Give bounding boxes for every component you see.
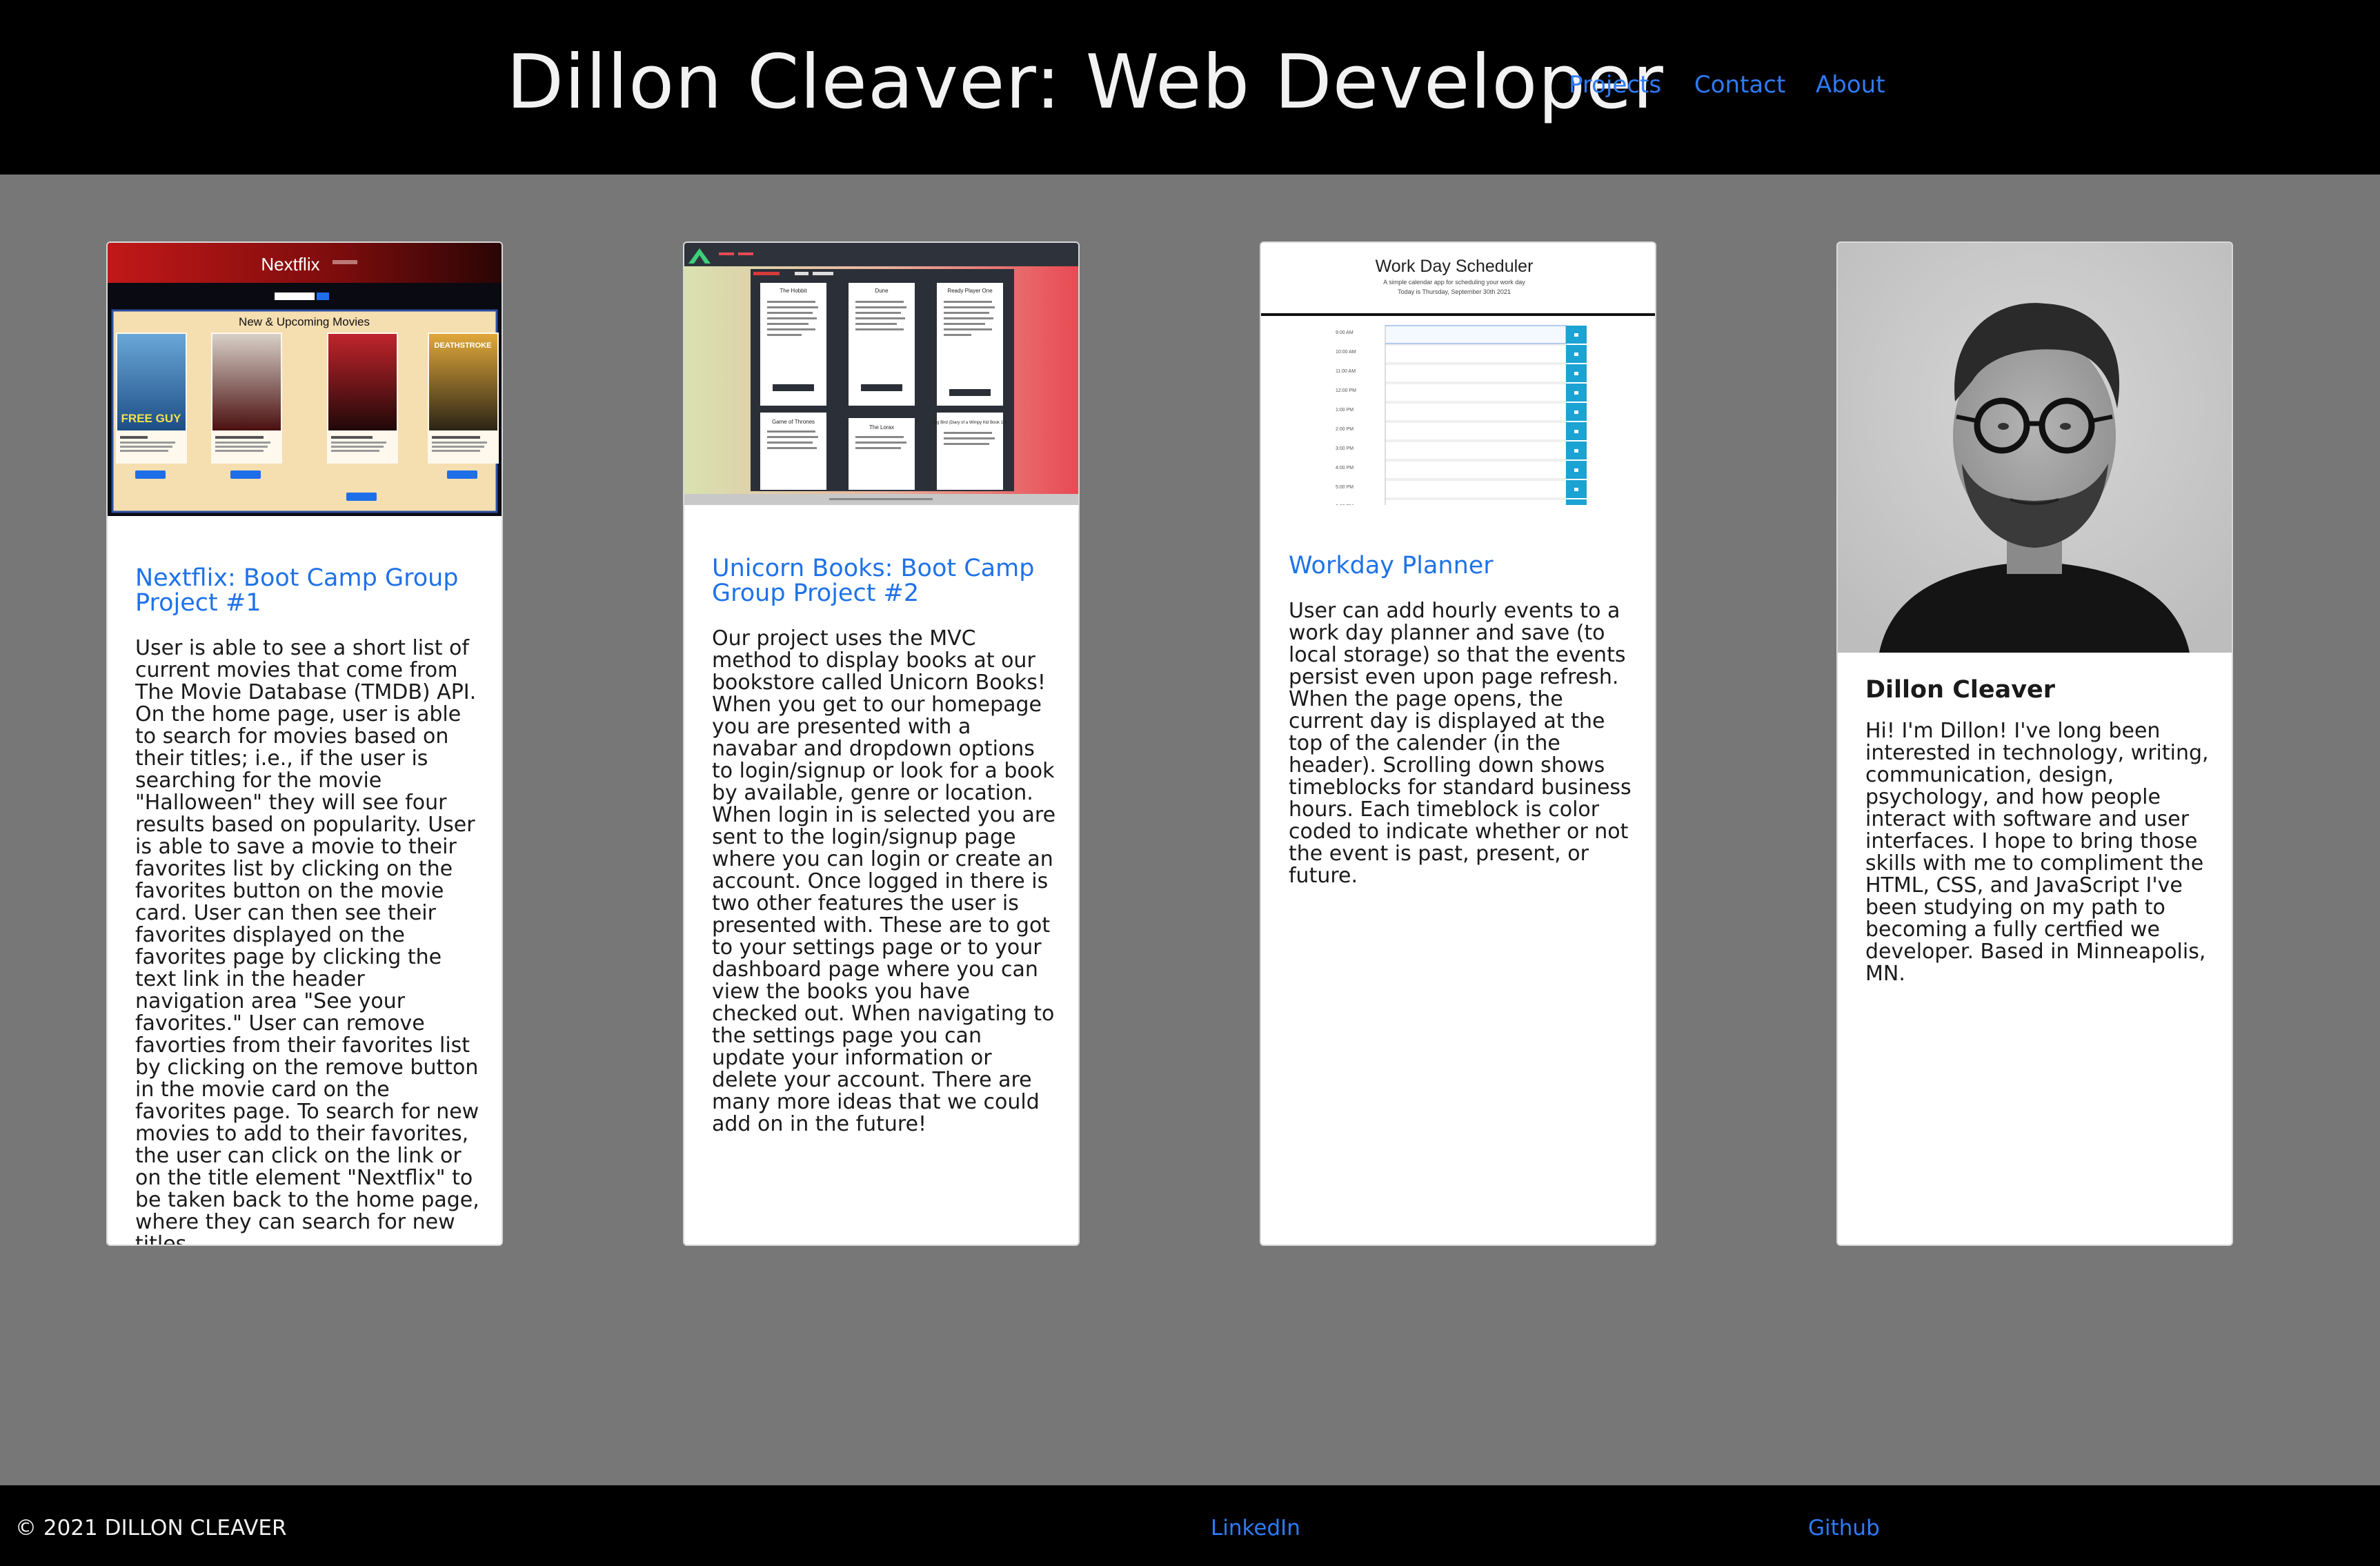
timeblock-input bbox=[1385, 422, 1567, 441]
book-title: Big Bird (Diary of a Wimpy Kid Book 16) bbox=[933, 421, 1006, 425]
copyright-text: © 2021 DILLON CLEAVER bbox=[15, 1516, 287, 1540]
workday-planner-screenshot[interactable]: Work Day Scheduler A simple calendar app… bbox=[1261, 243, 1655, 505]
timeblock-input bbox=[1385, 441, 1567, 460]
card-title[interactable]: Unicorn Books: Boot Camp Group Project #… bbox=[712, 556, 1053, 606]
nextflix-section-title: New & Upcoming Movies bbox=[239, 315, 370, 328]
save-icon bbox=[1574, 449, 1578, 453]
linkedin-link[interactable]: LinkedIn bbox=[1211, 1514, 1300, 1542]
save-icon bbox=[1574, 410, 1578, 414]
poster-caption: DEATHSTROKE bbox=[435, 341, 492, 350]
poster-caption: FREE GUY bbox=[121, 412, 182, 425]
about-name: Dillon Cleaver bbox=[1865, 676, 2056, 704]
save-button bbox=[1566, 499, 1587, 505]
timeblock-input bbox=[1385, 479, 1567, 499]
about-description: Hi! I'm Dillon! I've long been intereste… bbox=[1865, 719, 2209, 986]
scheduler-date: Today is Thursday, September 30th 2021 bbox=[1398, 288, 1511, 295]
profile-photo bbox=[1838, 243, 2232, 653]
book-title: The Lorax bbox=[869, 424, 894, 430]
scheduler-title: Work Day Scheduler bbox=[1376, 257, 1534, 276]
book-title: The Hobbit bbox=[780, 288, 807, 294]
site-header: Dillon Cleaver: Web Developer Projects C… bbox=[0, 0, 2380, 175]
nextflix-brand: Nextflix bbox=[261, 254, 319, 275]
hour-label: 9:00 AM bbox=[1336, 330, 1353, 335]
hour-label: 6:00 PM bbox=[1336, 504, 1353, 505]
save-icon bbox=[1574, 468, 1578, 472]
hour-label: 10:00 AM bbox=[1336, 350, 1356, 355]
card-description: User can add hourly events to a work day… bbox=[1289, 599, 1632, 888]
hour-label: 5:00 PM bbox=[1336, 485, 1353, 490]
timeblock-input bbox=[1385, 402, 1567, 422]
save-icon bbox=[1574, 353, 1578, 356]
timeblock-input bbox=[1385, 344, 1567, 364]
book-title: Ready Player One bbox=[947, 288, 993, 294]
card-description: User is able to see a short list of curr… bbox=[135, 636, 479, 1246]
hour-label: 12:00 PM bbox=[1336, 388, 1356, 393]
unicorn-books-screenshot[interactable]: The Hobbit Dune Ready Player One Game of… bbox=[684, 243, 1078, 505]
card-title[interactable]: Nextflix: Boot Camp Group Project #1 bbox=[135, 566, 477, 615]
github-link[interactable]: Github bbox=[1808, 1514, 1880, 1542]
timeblock-input bbox=[1385, 499, 1567, 505]
save-icon bbox=[1574, 430, 1578, 433]
book-title: Dune bbox=[875, 288, 889, 294]
hour-label: 11:00 AM bbox=[1336, 369, 1356, 374]
project-card-unicorn-books: The Hobbit Dune Ready Player One Game of… bbox=[683, 241, 1080, 1246]
scheduler-subtitle: A simple calendar app for scheduling you… bbox=[1383, 279, 1525, 286]
hour-label: 2:00 PM bbox=[1336, 427, 1353, 432]
save-icon bbox=[1574, 488, 1578, 491]
hour-label: 1:00 PM bbox=[1336, 408, 1353, 413]
project-card-workday-planner: Work Day Scheduler A simple calendar app… bbox=[1260, 241, 1656, 1246]
project-card-nextflix: Nextflix New & Upcoming Movies FREE GUY bbox=[106, 241, 503, 1246]
timeblock-input bbox=[1385, 364, 1567, 383]
save-icon bbox=[1574, 391, 1578, 395]
timeblock-input bbox=[1385, 460, 1567, 479]
site-title: Dillon Cleaver: Web Developer bbox=[506, 39, 1664, 126]
nav-contact-link[interactable]: Contact bbox=[1694, 70, 1785, 100]
card-description: Our project uses the MVC method to displ… bbox=[712, 626, 1056, 1136]
save-icon bbox=[1574, 333, 1578, 337]
save-icon bbox=[1574, 372, 1578, 375]
about-card: Dillon Cleaver Hi! I'm Dillon! I've long… bbox=[1836, 241, 2233, 1246]
nav-about-link[interactable]: About bbox=[1816, 70, 1885, 100]
nextflix-screenshot[interactable]: Nextflix New & Upcoming Movies FREE GUY bbox=[108, 243, 502, 516]
card-title[interactable]: Workday Planner bbox=[1289, 553, 1630, 578]
timeblock-input bbox=[1385, 383, 1567, 402]
site-footer: © 2021 DILLON CLEAVER LinkedIn Github bbox=[0, 1485, 2380, 1566]
hour-label: 4:00 PM bbox=[1336, 466, 1353, 470]
hour-label: 3:00 PM bbox=[1336, 446, 1353, 451]
nav-projects-link[interactable]: Projects bbox=[1569, 70, 1661, 100]
book-title: Game of Thrones bbox=[772, 419, 815, 425]
timeblock-input bbox=[1385, 325, 1567, 344]
